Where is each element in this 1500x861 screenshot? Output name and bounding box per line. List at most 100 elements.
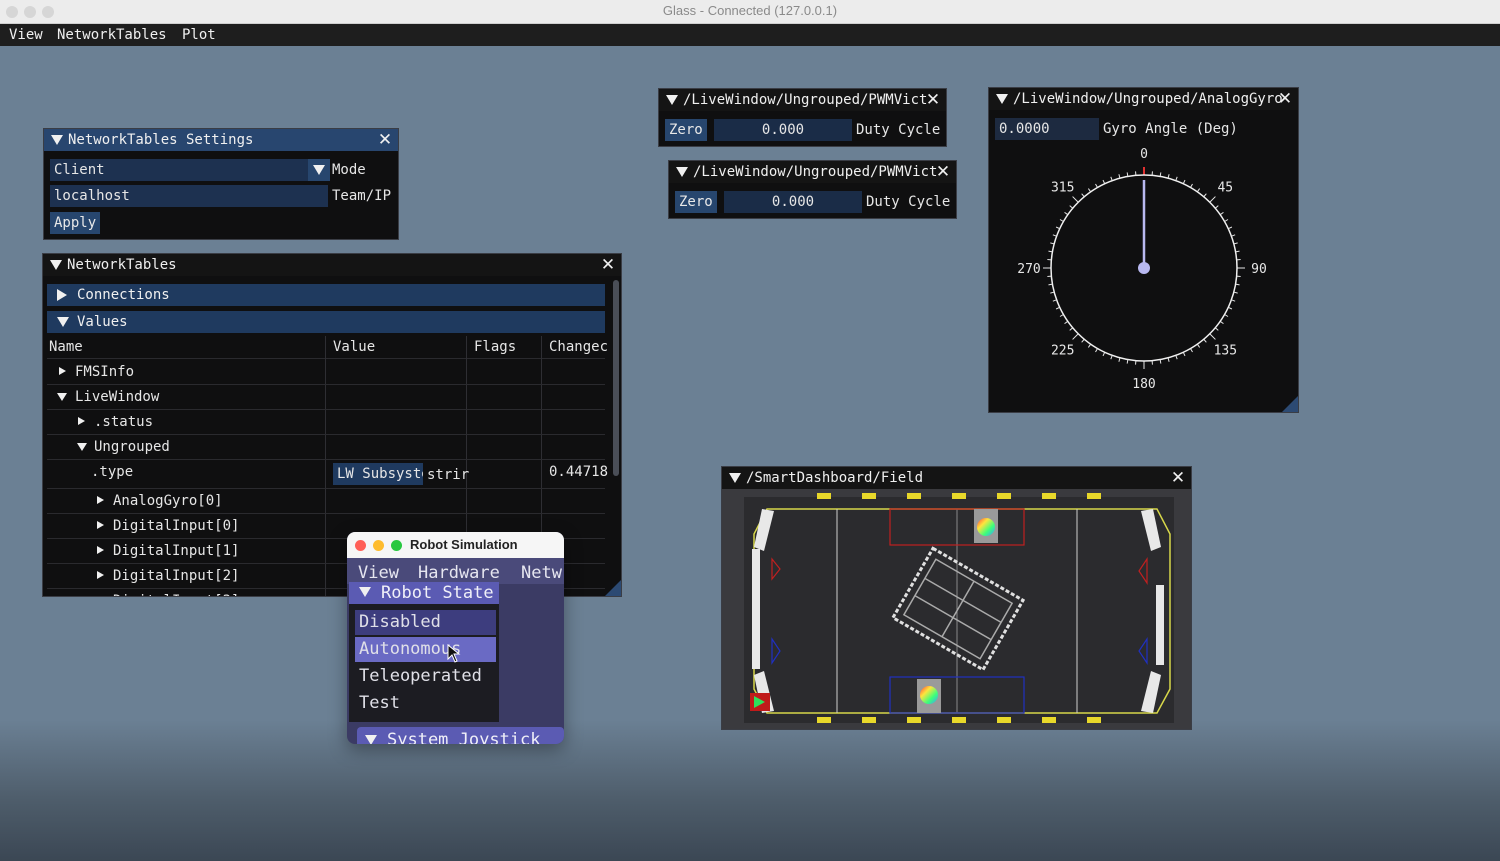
row-name: DigitalInput[1]: [113, 543, 240, 559]
row-name: Ungrouped: [94, 439, 170, 455]
zoom-window-button[interactable]: [42, 6, 54, 18]
pwm-2-titlebar[interactable]: /LiveWindow/Ungrouped/PWMVict ✕: [669, 161, 956, 183]
close-icon[interactable]: ✕: [600, 257, 616, 274]
robot-state-panel: Robot State Disabled Autonomous Teleoper…: [349, 582, 499, 722]
resize-grip[interactable]: [605, 580, 621, 596]
collapse-icon[interactable]: [57, 393, 67, 401]
close-window-button[interactable]: [6, 6, 18, 18]
duty-cycle-input[interactable]: 0.000: [724, 191, 862, 213]
system-joysticks-titlebar[interactable]: System Joystick: [357, 727, 564, 744]
expand-icon[interactable]: [97, 546, 104, 554]
sim-menu-view[interactable]: View: [358, 558, 399, 584]
state-disabled[interactable]: Disabled: [355, 610, 496, 635]
minimize-window-button[interactable]: [24, 6, 36, 18]
networktables-title: NetworkTables: [67, 257, 177, 273]
pwm-1-titlebar[interactable]: /LiveWindow/Ungrouped/PWMVict ✕: [659, 89, 946, 111]
table-row[interactable]: AnalogGyro[0]: [47, 489, 605, 514]
robot-simulation-window: Robot Simulation View Hardware Netw Robo…: [347, 532, 564, 744]
expand-icon[interactable]: [97, 596, 104, 597]
sim-menu-hardware[interactable]: Hardware: [418, 558, 500, 584]
menu-view[interactable]: View: [9, 24, 43, 46]
field-bump: [952, 717, 966, 723]
row-name: FMSInfo: [75, 364, 135, 380]
nt-settings-titlebar[interactable]: NetworkTables Settings ✕: [44, 129, 398, 151]
system-joysticks-title: System Joystick: [387, 730, 541, 744]
column-value[interactable]: Value: [333, 335, 375, 359]
expand-icon[interactable]: [97, 496, 104, 504]
table-row[interactable]: Ungrouped: [47, 435, 605, 460]
field-view[interactable]: [722, 489, 1192, 730]
team-ip-value: localhost: [54, 188, 130, 204]
close-window-button[interactable]: [355, 540, 366, 551]
networktables-titlebar[interactable]: NetworkTables ✕: [43, 254, 621, 276]
gyro-dial-label: 315: [1051, 181, 1074, 196]
scrollbar[interactable]: [613, 280, 619, 476]
row-value-input[interactable]: LW Subsyste: [333, 463, 423, 485]
field-bump: [1042, 717, 1056, 723]
close-icon[interactable]: ✕: [1170, 470, 1186, 487]
gyro-dial-label: 0: [1140, 147, 1148, 162]
expand-icon[interactable]: [97, 571, 104, 579]
column-flags[interactable]: Flags: [474, 335, 516, 359]
connections-label: Connections: [77, 287, 170, 303]
menu-networktables[interactable]: NetworkTables: [57, 24, 167, 46]
robot-simulation-titlebar[interactable]: Robot Simulation: [347, 532, 564, 558]
table-row[interactable]: FMSInfo: [47, 360, 605, 385]
minimize-window-button[interactable]: [373, 540, 384, 551]
column-changed[interactable]: Changec: [549, 335, 608, 359]
state-teleoperated[interactable]: Teleoperated: [355, 664, 496, 689]
mode-select[interactable]: Client: [50, 159, 308, 181]
collapse-icon[interactable]: [676, 167, 688, 177]
expand-icon[interactable]: [97, 521, 104, 529]
field-title: /SmartDashboard/Field: [746, 470, 924, 486]
zero-button[interactable]: Zero: [665, 119, 707, 141]
collapse-icon[interactable]: [50, 260, 62, 270]
resize-grip[interactable]: [1282, 396, 1298, 412]
connections-header[interactable]: Connections: [47, 284, 605, 306]
team-ip-input[interactable]: localhost: [50, 185, 328, 207]
zoom-window-button[interactable]: [391, 540, 402, 551]
color-wheel: [920, 686, 938, 704]
values-label: Values: [77, 314, 128, 330]
state-autonomous[interactable]: Autonomous: [355, 637, 496, 662]
sim-menu-network[interactable]: Netw: [521, 558, 562, 584]
expand-icon[interactable]: [78, 417, 85, 425]
field-bump: [907, 493, 921, 499]
robot-state-titlebar[interactable]: Robot State: [349, 582, 499, 604]
app-title: Glass - Connected (127.0.0.1): [662, 3, 838, 18]
field-titlebar[interactable]: /SmartDashboard/Field ✕: [722, 467, 1191, 489]
table-row[interactable]: LiveWindow: [47, 385, 605, 410]
close-icon[interactable]: ✕: [925, 92, 941, 109]
table-row[interactable]: .type LW Subsyste strir 0.44718: [47, 460, 608, 489]
pwm-window-1: /LiveWindow/Ungrouped/PWMVict ✕ Zero 0.0…: [658, 88, 947, 147]
collapse-icon[interactable]: [51, 135, 63, 145]
row-name: AnalogGyro[0]: [113, 493, 223, 509]
close-icon[interactable]: ✕: [935, 164, 951, 181]
collapse-icon[interactable]: [365, 735, 377, 744]
pwm-1-title: /LiveWindow/Ungrouped/PWMVict: [683, 92, 928, 108]
menu-plot[interactable]: Plot: [182, 24, 216, 46]
collapse-icon[interactable]: [729, 473, 741, 483]
field-bump: [862, 493, 876, 499]
collapse-icon[interactable]: [666, 95, 678, 105]
zero-button[interactable]: Zero: [675, 191, 717, 213]
sim-menubar: View Hardware Netw: [347, 558, 564, 584]
table-row[interactable]: .status: [47, 410, 605, 435]
field-bump: [817, 493, 831, 499]
robot-simulation-title: Robot Simulation: [410, 537, 518, 552]
gyro-dial-label: 270: [1017, 262, 1040, 277]
gyro-dial-label: 225: [1051, 343, 1074, 358]
collapse-icon[interactable]: [77, 443, 87, 451]
duty-cycle-input[interactable]: 0.000: [714, 119, 852, 141]
values-header[interactable]: Values: [47, 311, 605, 333]
gyro-tick: [1072, 196, 1079, 203]
apply-button[interactable]: Apply: [50, 212, 101, 234]
column-name[interactable]: Name: [49, 335, 83, 359]
expand-icon[interactable]: [59, 367, 66, 375]
table-header: Name Value Flags Changec: [47, 335, 608, 359]
mode-dropdown-button[interactable]: [308, 159, 330, 181]
row-name: .status: [94, 414, 154, 430]
state-test[interactable]: Test: [355, 691, 496, 716]
collapse-icon[interactable]: [359, 587, 371, 597]
close-icon[interactable]: ✕: [377, 132, 393, 149]
